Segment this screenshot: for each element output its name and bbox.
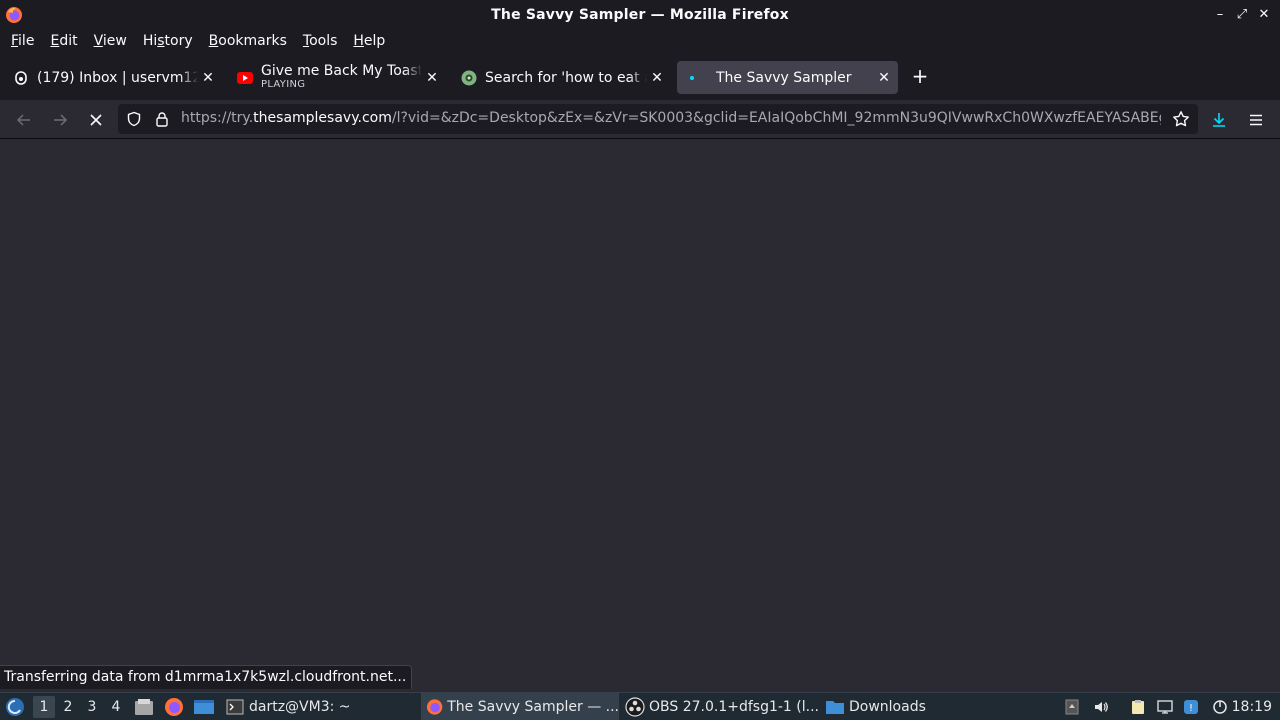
firefox-icon [165, 698, 183, 716]
workspace-4[interactable]: 4 [105, 696, 127, 718]
close-tab-icon[interactable]: ✕ [874, 70, 894, 86]
firefox-icon [426, 699, 443, 715]
update-notifier-icon[interactable]: ! [1183, 699, 1199, 715]
menu-file[interactable]: File [3, 29, 42, 54]
task-obs[interactable]: OBS 27.0.1+dfsg1-1 (l... [625, 693, 819, 720]
tab-playing-label: PLAYING [261, 79, 306, 90]
taskbar: 1 2 3 4 dartz@VM3: ~ The Savvy Sampler —… [0, 692, 1280, 720]
menu-help[interactable]: Help [345, 29, 393, 54]
back-arrow-icon [16, 114, 30, 126]
firefox-logo-icon [6, 7, 22, 23]
close-tab-icon[interactable]: ✕ [647, 70, 667, 86]
menu-bar: File Edit View History Bookmarks Tools H… [0, 29, 1280, 54]
launcher-files[interactable] [134, 693, 154, 720]
tab-label: Give me Back My Toaster [261, 63, 422, 79]
youtube-icon [237, 70, 253, 86]
loading-icon [688, 70, 704, 86]
task-downloads[interactable]: Downloads [825, 693, 926, 720]
lock-icon[interactable] [154, 111, 170, 127]
task-label: Downloads [849, 699, 926, 715]
menu-edit[interactable]: Edit [42, 29, 85, 54]
tab-youtube[interactable]: Give me Back My Toaster PLAYING ✕ [226, 61, 446, 94]
address-bar[interactable]: https://try.thesamplesavy.com/l?vid=&zDc… [118, 104, 1198, 134]
task-label: dartz@VM3: ~ [249, 699, 351, 715]
mail-icon [13, 70, 29, 86]
debian-menu-icon [6, 698, 24, 716]
volume-icon[interactable] [1093, 699, 1109, 715]
bookmark-star-icon[interactable] [1172, 110, 1190, 128]
workspace-3[interactable]: 3 [81, 696, 103, 718]
clock[interactable]: 18:19 [1232, 693, 1272, 720]
svg-text:!: ! [1189, 703, 1193, 714]
minimize-icon[interactable]: – [1212, 6, 1228, 22]
new-tab-button[interactable]: + [908, 64, 932, 88]
workspace-2[interactable]: 2 [57, 696, 79, 718]
tray-scroll-icon[interactable] [1064, 699, 1080, 715]
clipboard-icon[interactable] [1130, 699, 1146, 715]
page-content[interactable] [0, 140, 1280, 692]
close-tab-icon[interactable]: ✕ [422, 70, 442, 86]
tracking-shield-icon[interactable] [126, 111, 142, 127]
show-desktop-icon [194, 700, 214, 714]
menu-view[interactable]: View [86, 29, 135, 54]
launcher-desktop[interactable] [193, 693, 215, 720]
terminal-icon [226, 699, 244, 715]
launcher-firefox[interactable] [164, 693, 184, 720]
window-controls: – ⤢ ✕ [1212, 6, 1272, 22]
tab-strip: (179) Inbox | uservm123 ✕ Give me Back M… [0, 54, 1280, 100]
plus-icon: + [911, 64, 929, 88]
maximize-icon[interactable]: ⤢ [1234, 6, 1250, 22]
stop-x-icon [90, 114, 102, 126]
menu-history[interactable]: History [135, 29, 201, 54]
close-tab-icon[interactable]: ✕ [198, 70, 218, 86]
stop-button[interactable] [84, 108, 108, 132]
tab-label: (179) Inbox | uservm123 [37, 69, 198, 86]
tab-label: The Savvy Sampler [716, 69, 852, 86]
forward-button[interactable] [48, 108, 72, 132]
navigation-toolbar: https://try.thesamplesavy.com/l?vid=&zDc… [0, 100, 1280, 139]
hamburger-menu-icon [1250, 114, 1262, 126]
forward-arrow-icon [54, 114, 68, 126]
menu-tools[interactable]: Tools [295, 29, 346, 54]
file-manager-icon [135, 699, 153, 715]
title-bar: The Savvy Sampler — Mozilla Firefox – ⤢ … [0, 0, 1280, 29]
tab-inbox[interactable]: (179) Inbox | uservm123 ✕ [2, 61, 222, 94]
task-firefox[interactable]: The Savvy Sampler — ... [421, 693, 619, 720]
status-panel: Transferring data from d1mrma1x7k5wzl.cl… [0, 665, 413, 689]
task-label: OBS 27.0.1+dfsg1-1 (l... [649, 699, 819, 715]
tab-search[interactable]: Search for 'how to eat a l ✕ [450, 61, 671, 94]
close-icon[interactable]: ✕ [1256, 6, 1272, 22]
back-button[interactable] [12, 108, 36, 132]
obs-icon [625, 697, 645, 717]
window-title: The Savvy Sampler — Mozilla Firefox [491, 6, 789, 23]
workspace-1[interactable]: 1 [33, 696, 55, 718]
network-icon[interactable] [1157, 699, 1173, 715]
tab-savvy-sampler[interactable]: The Savvy Sampler ✕ [677, 61, 898, 94]
folder-icon [826, 701, 844, 714]
search-engine-icon [461, 70, 477, 86]
app-menu-button[interactable] [1244, 108, 1268, 132]
url-text[interactable]: https://try.thesamplesavy.com/l?vid=&zDc… [181, 110, 1161, 126]
menu-bookmarks[interactable]: Bookmarks [201, 29, 295, 54]
tab-label: Search for 'how to eat a l [485, 69, 647, 86]
power-manager-icon[interactable] [1212, 699, 1228, 715]
download-icon [1213, 113, 1225, 127]
start-menu-button[interactable] [5, 693, 25, 720]
task-terminal[interactable]: dartz@VM3: ~ [226, 693, 351, 720]
downloads-button[interactable] [1207, 108, 1231, 132]
task-label: The Savvy Sampler — ... [447, 699, 619, 715]
